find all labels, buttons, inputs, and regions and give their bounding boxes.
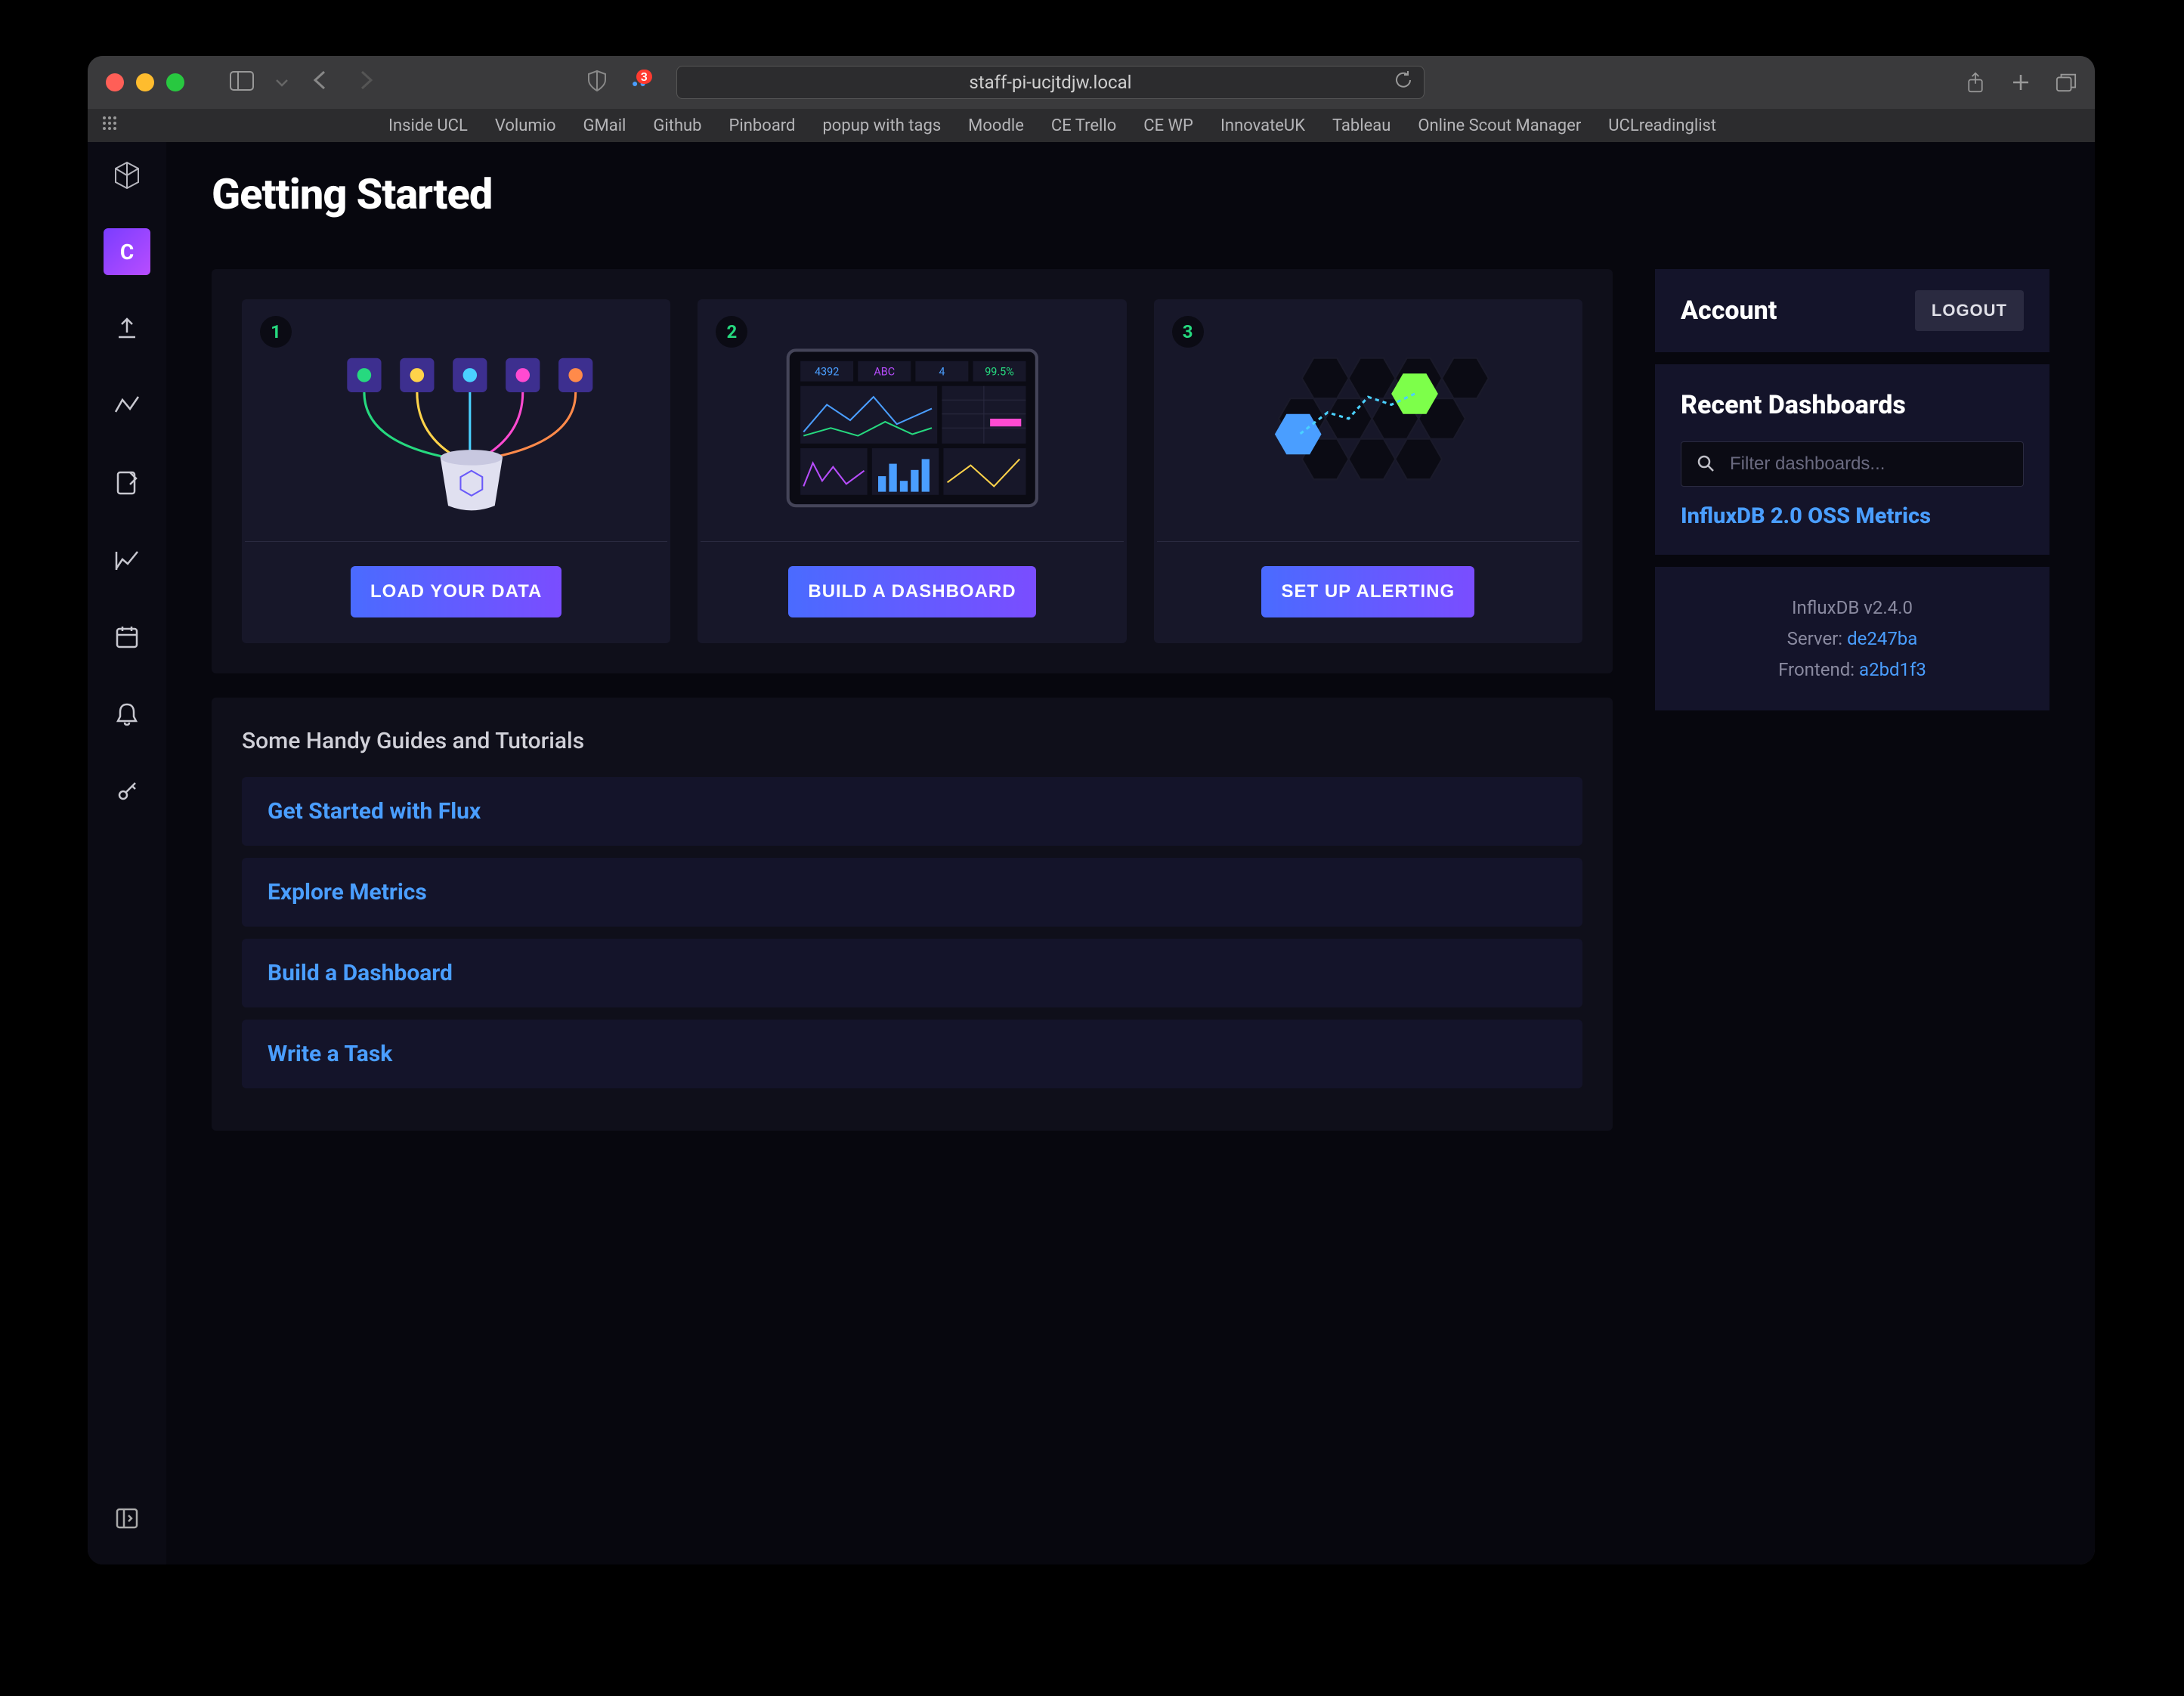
favorite-link[interactable]: Online Scout Manager [1418, 116, 1581, 135]
onboarding-cards: 1 [212, 269, 1613, 673]
app-body: C [88, 142, 2095, 1564]
search-icon [1696, 453, 1715, 476]
sidebar-toggle-icon[interactable] [230, 71, 254, 94]
influxdb-logo-icon[interactable] [104, 153, 150, 198]
separator [1157, 541, 1579, 542]
guide-link-flux[interactable]: Get Started with Flux [242, 777, 1582, 846]
svg-text:ABC: ABC [874, 365, 895, 378]
card-number: 1 [260, 316, 292, 348]
refresh-icon[interactable] [1394, 70, 1413, 94]
server-hash-link[interactable]: de247ba [1847, 628, 1917, 649]
illustration-dashboard: 4392 ABC 4 99.5% [698, 299, 1126, 541]
url-bar[interactable]: staff-pi-ucjtdjw.local [676, 66, 1425, 99]
minimize-window-button[interactable] [136, 73, 154, 91]
main-content: Getting Started 1 [166, 142, 2095, 1564]
apps-grid-icon[interactable] [101, 115, 118, 136]
server-label: Server: [1787, 628, 1847, 649]
traffic-lights [106, 73, 184, 91]
share-icon[interactable] [1965, 72, 1986, 93]
sidebar-item-explorer[interactable] [104, 382, 150, 429]
illustration-alerting [1154, 299, 1582, 541]
right-column: Account LOGOUT Recent Dashboards InfluxD… [1655, 269, 2049, 1131]
frontend-label: Frontend: [1778, 659, 1859, 680]
favorite-link[interactable]: UCLreadinglist [1608, 116, 1716, 135]
svg-text:4: 4 [939, 365, 945, 378]
guides-panel: Some Handy Guides and Tutorials Get Star… [212, 698, 1613, 1131]
filter-wrapper [1681, 441, 2024, 487]
favorite-link[interactable]: InnovateUK [1220, 116, 1305, 135]
favorite-link[interactable]: Tableau [1332, 116, 1391, 135]
svg-text:99.5%: 99.5% [985, 365, 1014, 378]
sidebar-item-settings[interactable] [104, 768, 150, 815]
guides-title: Some Handy Guides and Tutorials [242, 728, 1582, 754]
tabs-overview-icon[interactable] [2056, 72, 2077, 93]
favorite-link[interactable]: Inside UCL [388, 116, 468, 135]
sidebar-item-boards[interactable] [104, 537, 150, 583]
card-load-data: 1 [242, 299, 670, 643]
recent-dashboards-title: Recent Dashboards [1681, 390, 2024, 420]
server-line: Server: de247ba [1681, 624, 2024, 655]
separator [701, 541, 1123, 542]
sidebar-collapse-icon[interactable] [104, 1495, 150, 1542]
svg-text:4392: 4392 [815, 365, 839, 378]
forward-button [351, 69, 382, 97]
maximize-window-button[interactable] [166, 73, 184, 91]
set-up-alerting-button[interactable]: SET UP ALERTING [1261, 566, 1474, 617]
chevron-down-icon[interactable] [275, 76, 289, 90]
favorite-link[interactable]: GMail [583, 116, 626, 135]
sidebar-item-getting-started[interactable]: C [104, 228, 150, 275]
tracking-shield-icon[interactable] [586, 70, 608, 95]
extension-icon[interactable]: ●● 3 [632, 76, 648, 90]
favorite-link[interactable]: Moodle [968, 116, 1024, 135]
browser-window: ●● 3 staff-pi-ucjtdjw.local Inside UCL [88, 56, 2095, 1564]
guide-link-task[interactable]: Write a Task [242, 1020, 1582, 1088]
guide-link-dashboard[interactable]: Build a Dashboard [242, 939, 1582, 1007]
close-window-button[interactable] [106, 73, 124, 91]
logout-button[interactable]: LOGOUT [1915, 290, 2024, 331]
account-panel: Account LOGOUT [1655, 269, 2049, 352]
recent-dashboard-link[interactable]: InfluxDB 2.0 OSS Metrics [1681, 503, 2024, 529]
extension-badge: 3 [636, 70, 652, 84]
favorites-bar: Inside UCL Volumio GMail Github Pinboard… [88, 109, 2095, 142]
card-number: 3 [1172, 316, 1204, 348]
illustration-load-data [242, 299, 670, 541]
favorite-link[interactable]: CE Trello [1051, 116, 1116, 135]
filter-dashboards-input[interactable] [1681, 441, 2024, 487]
sidebar-item-alerts[interactable] [104, 691, 150, 738]
separator [245, 541, 667, 542]
app-sidebar: C [88, 142, 166, 1564]
favorite-link[interactable]: Volumio [495, 116, 556, 135]
build-dashboard-button[interactable]: BUILD A DASHBOARD [788, 566, 1035, 617]
back-button[interactable] [304, 69, 336, 97]
card-set-up-alerting: 3 [1154, 299, 1582, 643]
sidebar-item-tasks[interactable] [104, 614, 150, 661]
titlebar-right-icons [1965, 72, 2077, 93]
page-title: Getting Started [212, 169, 2049, 219]
account-title: Account [1681, 296, 1777, 326]
load-your-data-button[interactable]: LOAD YOUR DATA [351, 566, 561, 617]
frontend-line: Frontend: a2bd1f3 [1681, 655, 2024, 686]
product-version: InfluxDB v2.4.0 [1681, 593, 2024, 624]
new-tab-icon[interactable] [2010, 72, 2031, 93]
sidebar-item-notebooks[interactable] [104, 460, 150, 506]
card-build-dashboard: 2 4392 ABC 4 99.5% [698, 299, 1126, 643]
left-column: 1 [212, 269, 1613, 1131]
favorite-link[interactable]: Pinboard [729, 116, 796, 135]
frontend-hash-link[interactable]: a2bd1f3 [1859, 659, 1926, 680]
titlebar: ●● 3 staff-pi-ucjtdjw.local [88, 56, 2095, 109]
favorite-link[interactable]: popup with tags [822, 116, 941, 135]
favorite-link[interactable]: CE WP [1143, 116, 1193, 135]
recent-dashboards-panel: Recent Dashboards InfluxDB 2.0 OSS Metri… [1655, 364, 2049, 555]
version-panel: InfluxDB v2.4.0 Server: de247ba Frontend… [1655, 567, 2049, 710]
content-row: 1 [212, 269, 2049, 1131]
sidebar-item-load-data[interactable] [104, 305, 150, 352]
sidebar-active-letter: C [120, 240, 134, 265]
guide-link-explore[interactable]: Explore Metrics [242, 858, 1582, 927]
url-text: staff-pi-ucjtdjw.local [969, 72, 1131, 93]
favorite-link[interactable]: Github [653, 116, 701, 135]
